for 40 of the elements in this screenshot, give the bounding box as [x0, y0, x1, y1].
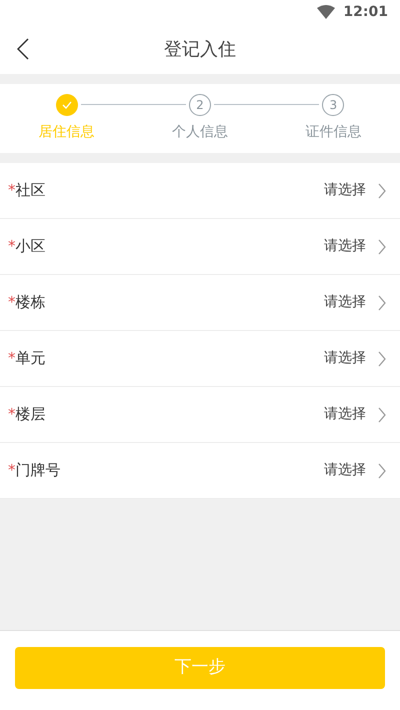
- step-number: 3: [322, 94, 344, 116]
- check-icon: [62, 101, 72, 109]
- field-value: 请选择: [324, 237, 366, 256]
- required-mark: *: [8, 460, 16, 482]
- field-value: 请选择: [324, 461, 366, 480]
- chevron-right-icon: [378, 238, 386, 254]
- step-number: 2: [188, 94, 211, 116]
- required-mark: *: [8, 236, 16, 258]
- step-label: 个人信息: [172, 123, 228, 142]
- select-row[interactable]: *单元 请选择: [0, 331, 400, 387]
- select-row[interactable]: *小区 请选择: [0, 219, 400, 275]
- field-value: 请选择: [324, 349, 366, 368]
- field-value: 请选择: [324, 405, 366, 424]
- chevron-right-icon: [378, 182, 386, 198]
- field-label: 楼层: [16, 404, 46, 426]
- step-label: 证件信息: [305, 123, 362, 142]
- required-mark: *: [8, 404, 16, 426]
- select-row[interactable]: *门牌号 请选择: [0, 443, 400, 499]
- field-value: 请选择: [324, 181, 366, 200]
- field-label: 单元: [16, 348, 46, 370]
- chevron-right-icon: [378, 462, 386, 478]
- status-time: 12:01: [343, 2, 388, 22]
- chevron-right-icon: [378, 294, 386, 310]
- chevron-right-icon: [378, 350, 386, 366]
- wifi-icon: [317, 5, 336, 19]
- select-row[interactable]: *楼栋 请选择: [0, 275, 400, 331]
- required-mark: *: [8, 348, 16, 370]
- field-label: 楼栋: [16, 292, 46, 314]
- select-row[interactable]: *楼层 请选择: [0, 387, 400, 443]
- chevron-right-icon: [378, 406, 386, 422]
- required-mark: *: [8, 180, 16, 202]
- field-label: 门牌号: [16, 460, 60, 482]
- required-mark: *: [8, 292, 16, 314]
- step-label: 居住信息: [38, 123, 95, 142]
- field-label: 小区: [16, 236, 46, 258]
- field-label: 社区: [16, 180, 46, 202]
- field-value: 请选择: [324, 293, 366, 312]
- back-icon: [17, 38, 29, 60]
- select-row[interactable]: *社区 请选择: [0, 163, 400, 219]
- window-title: 登记入住: [164, 38, 236, 62]
